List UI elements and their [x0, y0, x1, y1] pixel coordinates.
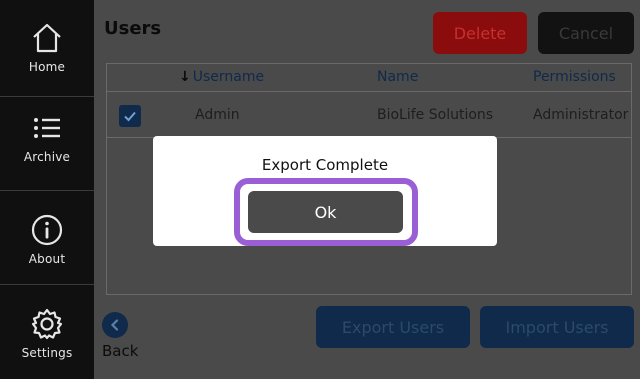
- checkmark-icon: [124, 111, 136, 122]
- sidebar-item-settings[interactable]: Settings: [0, 304, 94, 360]
- cell-name: BioLife Solutions: [377, 107, 494, 123]
- back-button[interactable]: Back: [102, 312, 138, 360]
- column-header-name[interactable]: Name: [377, 69, 418, 85]
- sort-down-icon: ↓: [179, 69, 191, 85]
- divider: [0, 284, 94, 285]
- sidebar-item-label: Archive: [23, 150, 71, 164]
- delete-button[interactable]: Delete: [433, 12, 527, 54]
- divider: [0, 96, 94, 97]
- chevron-left-icon: [102, 312, 128, 338]
- export-complete-dialog: Export Complete Ok: [153, 136, 497, 246]
- sidebar: Home Archive About Settings: [0, 0, 94, 379]
- column-header-username[interactable]: ↓ Username: [179, 69, 264, 85]
- back-label: Back: [102, 342, 139, 360]
- app-window: Home Archive About Settings Users Delete…: [0, 0, 640, 379]
- column-header-permissions[interactable]: Permissions: [533, 69, 616, 85]
- sidebar-item-label: Settings: [21, 346, 73, 360]
- dialog-title: Export Complete: [261, 156, 389, 174]
- info-icon: [27, 210, 67, 250]
- table-row[interactable]: Admin BioLife Solutions Administrator: [107, 92, 631, 138]
- sidebar-item-home[interactable]: Home: [0, 18, 94, 74]
- sidebar-item-label: Home: [28, 60, 66, 74]
- gear-icon: [27, 304, 67, 344]
- cell-permissions: Administrator: [533, 107, 629, 123]
- import-users-button[interactable]: Import Users: [480, 306, 634, 348]
- ok-button[interactable]: Ok: [248, 191, 403, 233]
- home-icon: [27, 18, 67, 58]
- cell-username: Admin: [195, 107, 240, 123]
- divider: [0, 190, 94, 191]
- export-users-button[interactable]: Export Users: [316, 306, 470, 348]
- list-icon: [27, 108, 67, 148]
- page-title: Users: [104, 18, 162, 39]
- table-header: ↓ Username Name Permissions: [107, 64, 631, 92]
- sidebar-item-archive[interactable]: Archive: [0, 108, 94, 164]
- cancel-button[interactable]: Cancel: [538, 12, 634, 54]
- sidebar-item-label: About: [28, 252, 66, 266]
- sidebar-item-about[interactable]: About: [0, 210, 94, 266]
- row-checkbox[interactable]: [119, 105, 141, 127]
